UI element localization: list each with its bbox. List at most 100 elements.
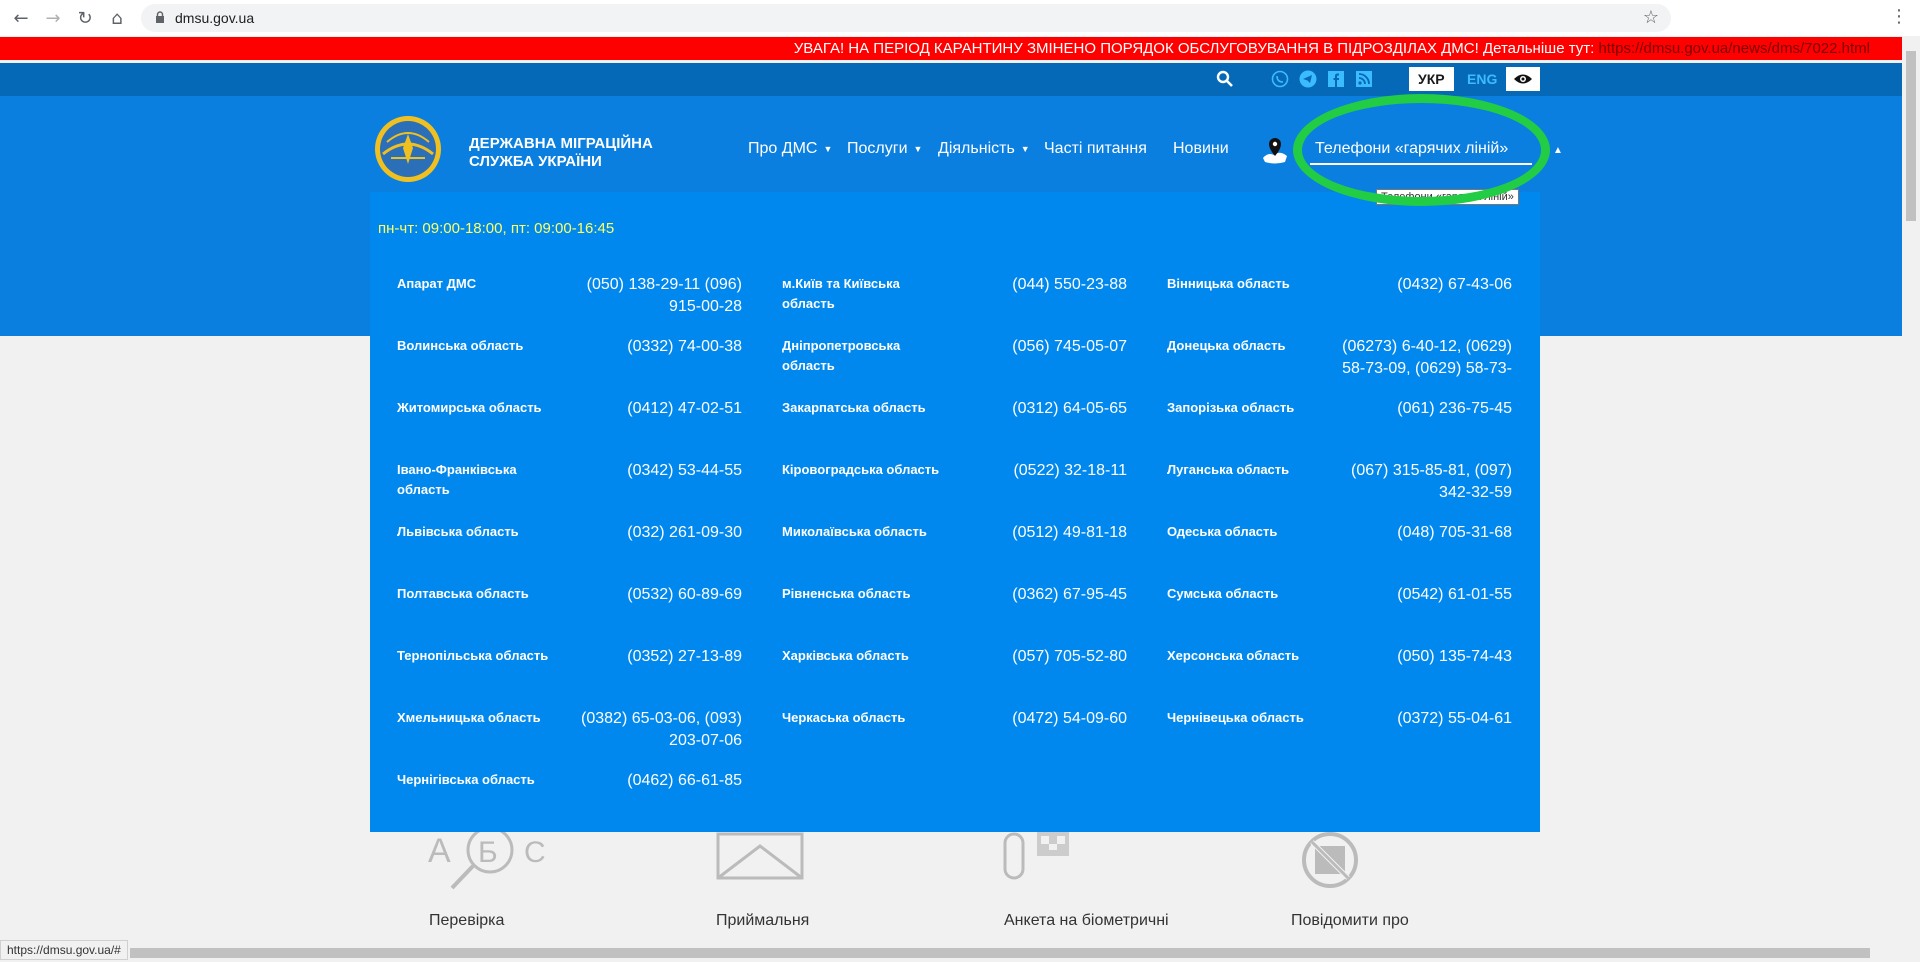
hotline-phone[interactable]: (056) 745-05-07 xyxy=(957,336,1127,358)
biometric-passport-icon[interactable] xyxy=(1003,832,1073,882)
hotline-region-name: Івано-Франківська область xyxy=(397,462,517,497)
hotline-phone[interactable]: (0432) 67-43-06 xyxy=(1342,274,1512,296)
telegram-icon[interactable] xyxy=(1298,69,1318,89)
hotline-region-name: Харківська область xyxy=(782,648,909,663)
alert-text: УВАГА! НА ПЕРІОД КАРАНТИНУ ЗМІНЕНО ПОРЯД… xyxy=(793,40,1599,57)
address-bar[interactable]: dmsu.gov.ua ☆ xyxy=(141,4,1671,32)
nav-news[interactable]: Новини xyxy=(1173,140,1229,158)
hotline-region-name: м.Київ та Київська область xyxy=(782,276,900,311)
report-forbidden-icon[interactable] xyxy=(1299,832,1361,892)
horizontal-scrollbar-thumb[interactable] xyxy=(130,948,1870,958)
lock-icon xyxy=(156,11,164,23)
lang-ukr-button[interactable]: УКР xyxy=(1409,67,1454,91)
hotline-phone[interactable]: (0512) 49-81-18 xyxy=(957,522,1127,544)
hotline-entry: Луганська область (067) 315-85-81, (097) … xyxy=(1167,460,1512,520)
hotline-entry: Сумська область (0542) 61-01-55 xyxy=(1167,584,1512,644)
browser-toolbar: ← → ↻ ⌂ dmsu.gov.ua ☆ ⋮ xyxy=(0,0,1920,36)
hotline-phone[interactable]: (0472) 54-09-60 xyxy=(957,708,1127,730)
hotline-phone[interactable]: (0412) 47-02-51 xyxy=(572,398,742,420)
hotline-region-name: Донецька область xyxy=(1167,338,1286,353)
hotline-phone[interactable]: (061) 236-75-45 xyxy=(1342,398,1512,420)
quarantine-alert-banner: УВАГА! НА ПЕРІОД КАРАНТИНУ ЗМІНЕНО ПОРЯД… xyxy=(0,37,1902,60)
service-label-report[interactable]: Повідомити про xyxy=(1291,912,1409,930)
home-icon[interactable]: ⌂ xyxy=(104,6,130,30)
hotline-phone[interactable]: (0332) 74-00-38 xyxy=(572,336,742,358)
hotline-entry: Тернопільська область (0352) 27-13-89 xyxy=(397,646,742,706)
hotline-region-name: Одеська область xyxy=(1167,524,1278,539)
hotline-phone[interactable]: (0462) 66-61-85 xyxy=(572,770,742,792)
hotline-phone[interactable]: (057) 705-52-80 xyxy=(957,646,1127,668)
hotline-entry: Дніпропетровська область (056) 745-05-07 xyxy=(782,336,1127,396)
vertical-scrollbar-thumb[interactable] xyxy=(1906,51,1916,221)
hotline-phone[interactable]: (0522) 32-18-11 xyxy=(957,460,1127,482)
search-icon[interactable] xyxy=(1215,69,1235,89)
hotline-entry: Рівненська область (0362) 67-95-45 xyxy=(782,584,1127,644)
horizontal-scrollbar[interactable] xyxy=(0,944,1902,962)
hotline-region-name: Чернівецька область xyxy=(1167,710,1304,725)
hotline-phone[interactable]: (050) 138-29-11 (096) 915-00-28 xyxy=(572,274,742,318)
service-label-biometric[interactable]: Анкета на біометричні xyxy=(1004,912,1169,930)
hotline-entry: Донецька область (06273) 6-40-12, (0629) … xyxy=(1167,336,1512,396)
hotline-region-name: Сумська область xyxy=(1167,586,1279,601)
svg-text:Б: Б xyxy=(478,836,498,869)
eye-icon xyxy=(1514,74,1532,84)
hotline-region-name: Херсонська область xyxy=(1167,648,1300,663)
nav-services[interactable]: Послуги ▼ xyxy=(847,140,922,158)
hotline-phone[interactable]: (0362) 67-95-45 xyxy=(957,584,1127,606)
hotline-phone[interactable]: (0542) 61-01-55 xyxy=(1342,584,1512,606)
reload-icon[interactable]: ↻ xyxy=(72,6,98,30)
vertical-scrollbar[interactable] xyxy=(1902,37,1920,944)
hotline-entry: Миколаївська область (0512) 49-81-18 xyxy=(782,522,1127,582)
hotline-region-name: Миколаївська область xyxy=(782,524,927,539)
back-icon[interactable]: ← xyxy=(8,6,34,30)
svg-text:С: С xyxy=(524,836,546,869)
hotline-entry: Житомирська область (0412) 47-02-51 xyxy=(397,398,742,458)
nav-about[interactable]: Про ДМС ▼ xyxy=(748,140,832,158)
hotline-phone[interactable]: (06273) 6-40-12, (0629) 58-73-09, (0629)… xyxy=(1342,336,1512,380)
nav-activity[interactable]: Діяльність ▼ xyxy=(938,140,1030,158)
hotline-entry: Херсонська область (050) 135-74-43 xyxy=(1167,646,1512,706)
lang-eng-button[interactable]: ENG xyxy=(1458,67,1506,91)
rss-icon[interactable] xyxy=(1354,69,1374,89)
hotline-phone[interactable]: (048) 705-31-68 xyxy=(1342,522,1512,544)
forward-icon[interactable]: → xyxy=(40,6,66,30)
bookmark-star-icon[interactable]: ☆ xyxy=(1643,7,1659,28)
hotline-phone[interactable]: (067) 315-85-81, (097) 342-32-59 xyxy=(1342,460,1512,504)
viber-icon[interactable] xyxy=(1270,69,1290,89)
facebook-icon[interactable] xyxy=(1326,69,1346,89)
hotline-phone[interactable]: (044) 550-23-88 xyxy=(957,274,1127,296)
hotline-phone[interactable]: (050) 135-74-43 xyxy=(1342,646,1512,668)
envelope-icon[interactable] xyxy=(716,832,804,882)
hotline-phone[interactable]: (0342) 53-44-55 xyxy=(572,460,742,482)
url-text: dmsu.gov.ua xyxy=(175,10,255,26)
browser-menu-icon[interactable]: ⋮ xyxy=(1890,6,1908,27)
hotline-region-name: Рівненська область xyxy=(782,586,911,601)
hotline-phone[interactable]: (0352) 27-13-89 xyxy=(572,646,742,668)
site-title[interactable]: ДЕРЖАВНА МІГРАЦІЙНА СЛУЖБА УКРАЇНИ xyxy=(469,135,689,171)
hotline-region-name: Полтавська область xyxy=(397,586,529,601)
utility-bar: УКР ENG xyxy=(0,63,1902,96)
highlight-ellipse xyxy=(1293,94,1550,206)
dmsu-logo[interactable] xyxy=(373,114,443,184)
nav-about-label: Про ДМС xyxy=(748,140,818,157)
hotline-phone[interactable]: (0532) 60-89-69 xyxy=(572,584,742,606)
service-label-reception[interactable]: Приймальня xyxy=(716,912,809,930)
hotline-phone[interactable]: (0372) 55-04-61 xyxy=(1342,708,1512,730)
hotline-phone[interactable]: (0382) 65-03-06, (093) 203-07-06 xyxy=(572,708,742,752)
chevron-up-icon[interactable]: ▲ xyxy=(1553,145,1563,156)
hotlines-dropdown-panel: пн-чт: 09:00-18:00, пт: 09:00-16:45 Апар… xyxy=(370,192,1540,832)
alert-link[interactable]: https://dmsu.gov.ua/news/dms/7022.html xyxy=(1598,40,1870,57)
nav-faq[interactable]: Часті питання xyxy=(1044,140,1147,158)
hotline-entry: Волинська область (0332) 74-00-38 xyxy=(397,336,742,396)
map-pin-icon[interactable] xyxy=(1260,136,1290,166)
hotline-phone[interactable]: (0312) 64-05-65 xyxy=(957,398,1127,420)
accessibility-eye-button[interactable] xyxy=(1506,67,1540,91)
hotline-entry: Апарат ДМС (050) 138-29-11 (096) 915-00-2… xyxy=(397,274,742,334)
hotline-region-name: Волинська область xyxy=(397,338,524,353)
spellcheck-icon[interactable]: А Б С xyxy=(428,832,548,892)
hotline-region-name: Луганська область xyxy=(1167,462,1290,477)
hotline-phone[interactable]: (032) 261-09-30 xyxy=(572,522,742,544)
hotline-entry: Закарпатська область (0312) 64-05-65 xyxy=(782,398,1127,458)
hotline-entry: Івано-Франківська область (0342) 53-44-55 xyxy=(397,460,742,520)
service-label-check[interactable]: Перевірка xyxy=(429,912,504,930)
